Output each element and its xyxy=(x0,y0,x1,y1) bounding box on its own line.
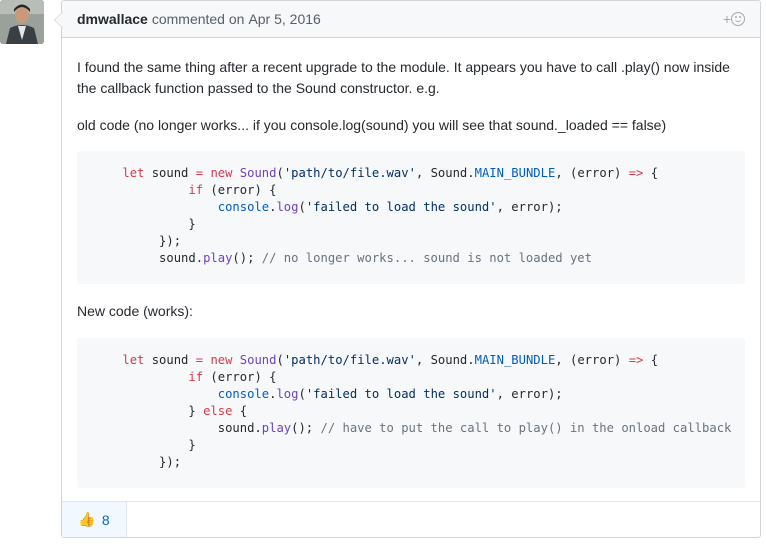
smiley-icon xyxy=(731,12,745,26)
thumbs-up-reaction-button[interactable]: 👍 8 xyxy=(62,502,127,537)
code-block-old: let sound = new Sound('path/to/file.wav'… xyxy=(77,151,745,284)
reactions-bar: 👍 8 xyxy=(62,501,760,537)
reaction-count: 8 xyxy=(101,511,110,528)
comment-header: dmwallace commented on Apr 5, 2016 + xyxy=(62,1,760,38)
code-block-new: let sound = new Sound('path/to/file.wav'… xyxy=(77,338,745,488)
add-reaction-button[interactable]: + xyxy=(723,11,745,27)
thumbs-up-icon: 👍 xyxy=(78,511,96,527)
avatar[interactable] xyxy=(0,0,44,44)
comment-paragraph-2: old code (no longer works... if you cons… xyxy=(77,117,667,133)
comment-date[interactable]: Apr 5, 2016 xyxy=(248,11,320,27)
comment-paragraph-3: New code (works): xyxy=(77,303,193,319)
comment-paragraph-1: I found the same thing after a recent up… xyxy=(77,59,730,96)
plus-icon: + xyxy=(722,11,731,27)
author-link[interactable]: dmwallace xyxy=(77,11,148,27)
comment-box: dmwallace commented on Apr 5, 2016 + I f… xyxy=(54,0,761,538)
comment-action-text: commented on xyxy=(151,11,245,27)
